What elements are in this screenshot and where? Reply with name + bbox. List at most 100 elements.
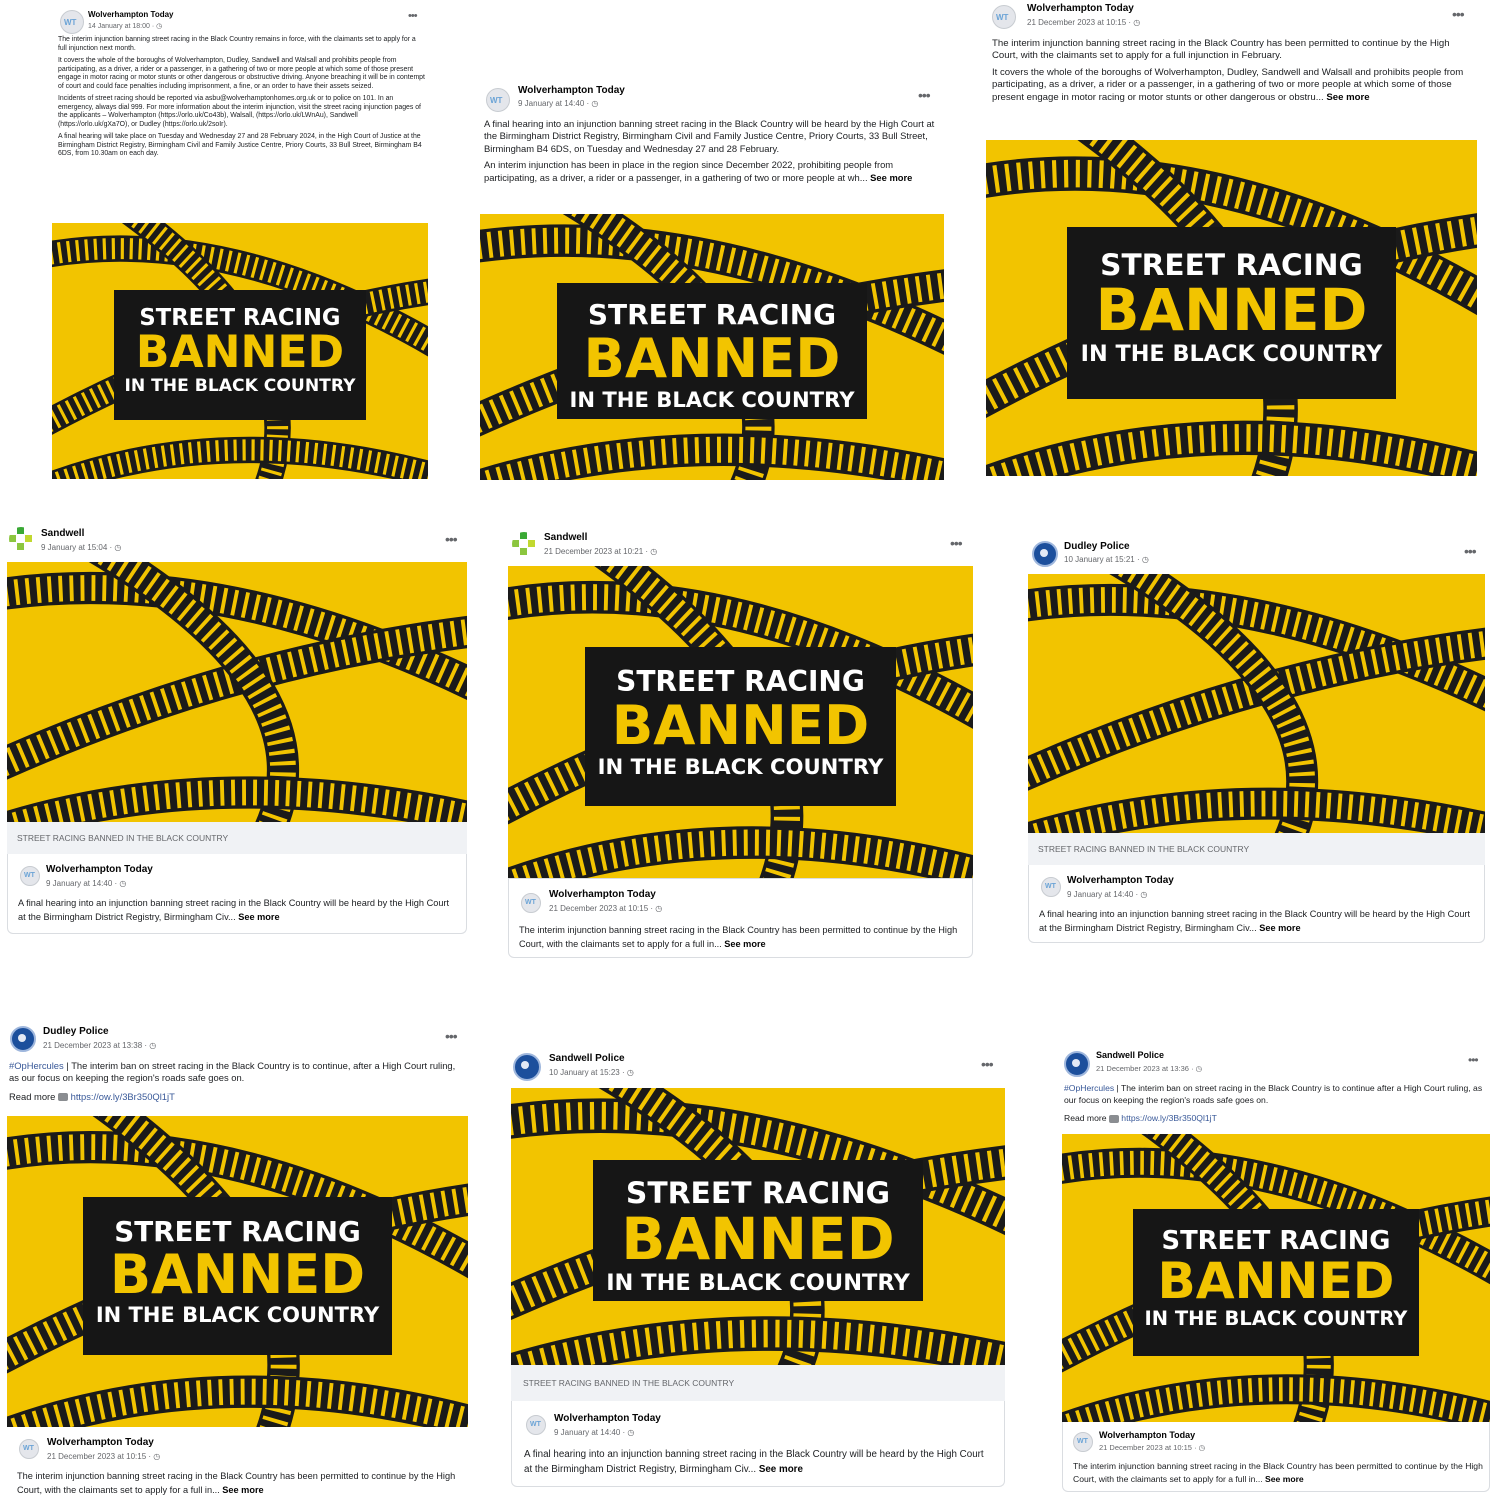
shared-author[interactable]: Wolverhampton Today — [47, 1437, 154, 1448]
shared-author[interactable]: Wolverhampton Today — [46, 864, 153, 875]
post-card: Sandwell 21 December 2023 at 10:21 · ◷ •… — [508, 524, 973, 958]
shared-author[interactable]: Wolverhampton Today — [554, 1413, 661, 1424]
shared-post-image[interactable] — [1028, 574, 1485, 833]
shared-post[interactable]: Wolverhampton Today 9 January at 14:40 ·… — [7, 854, 467, 934]
more-options-icon[interactable]: ••• — [918, 87, 931, 103]
page-avatar[interactable] — [513, 1053, 541, 1081]
shared-post-image[interactable] — [7, 562, 467, 822]
post-date[interactable]: 9 January at 14:40 · ◷ — [518, 99, 598, 108]
post-text: #OpHercules | The interim ban on street … — [1064, 1083, 1483, 1123]
post-author[interactable]: Sandwell Police — [549, 1053, 625, 1064]
post-date[interactable]: 10 January at 15:21 · ◷ — [1064, 555, 1149, 564]
banner-text-box: STREET RACING BANNED IN THE BLACK COUNTRY — [83, 1196, 392, 1356]
see-more-link[interactable]: See more — [759, 1464, 803, 1475]
page-avatar[interactable] — [992, 5, 1016, 29]
tyre-tracks-graphic — [1028, 574, 1485, 833]
shared-date[interactable]: 9 January at 14:40 · ◷ — [554, 1428, 634, 1437]
post-author[interactable]: Sandwell Police — [1096, 1050, 1164, 1060]
banner-line-black-country: IN THE BLACK COUNTRY — [606, 1270, 910, 1297]
more-options-icon[interactable]: ••• — [950, 535, 963, 551]
link-caption[interactable]: STREET RACING BANNED IN THE BLACK COUNTR… — [1028, 833, 1485, 865]
post-link[interactable]: https://ow.ly/3Br350Ql1jT — [71, 1091, 175, 1102]
post-date[interactable]: 21 December 2023 at 10:15 · ◷ — [1027, 18, 1140, 27]
shared-post-image[interactable]: STREET RACING BANNED IN THE BLACK COUNTRY — [7, 1116, 468, 1427]
shared-avatar[interactable] — [1041, 877, 1061, 897]
post-date[interactable]: 9 January at 15:04 · ◷ — [41, 543, 121, 552]
post-image[interactable]: STREET RACING BANNED IN THE BLACK COUNTRY — [986, 140, 1477, 476]
shared-avatar[interactable] — [521, 893, 541, 913]
shared-text: A final hearing into an injunction banni… — [18, 898, 450, 922]
shared-post[interactable]: Wolverhampton Today 21 December 2023 at … — [1062, 1422, 1490, 1492]
post-card: Wolverhampton Today 21 December 2023 at … — [986, 0, 1478, 478]
post-link[interactable]: https://ow.ly/3Br350Ql1jT — [1121, 1113, 1217, 1123]
see-more-link[interactable]: See more — [1259, 923, 1300, 933]
banner-line-banned: BANNED — [135, 327, 345, 379]
link-caption[interactable]: STREET RACING BANNED IN THE BLACK COUNTR… — [7, 822, 467, 854]
shared-date[interactable]: 9 January at 14:40 · ◷ — [1067, 890, 1147, 899]
page-avatar[interactable] — [10, 1026, 36, 1052]
page-avatar[interactable] — [486, 88, 510, 112]
shared-post[interactable]: Wolverhampton Today 9 January at 14:40 ·… — [511, 1401, 1005, 1487]
shared-avatar[interactable] — [1073, 1432, 1093, 1452]
see-more-link[interactable]: See more — [1265, 1474, 1304, 1484]
hashtag-link[interactable]: #OpHercules — [9, 1060, 64, 1071]
shared-post[interactable]: Wolverhampton Today 21 December 2023 at … — [7, 1427, 468, 1497]
shared-date[interactable]: 21 December 2023 at 10:15 · ◷ — [549, 904, 662, 913]
shared-avatar[interactable] — [526, 1415, 546, 1435]
more-options-icon[interactable]: ••• — [408, 10, 418, 22]
more-options-icon[interactable]: ••• — [1464, 543, 1477, 559]
post-author[interactable]: Sandwell — [41, 528, 84, 539]
more-options-icon[interactable]: ••• — [445, 1028, 458, 1044]
page-avatar[interactable] — [1032, 541, 1058, 567]
post-image[interactable]: STREET RACING BANNED IN THE BLACK COUNTRY — [480, 214, 944, 480]
post-author[interactable]: Sandwell — [544, 532, 587, 543]
page-avatar[interactable] — [1064, 1051, 1090, 1077]
see-more-link[interactable]: See more — [222, 1485, 263, 1495]
post-date[interactable]: 14 January at 18:00 · ◷ — [88, 22, 162, 30]
shared-date[interactable]: 9 January at 14:40 · ◷ — [46, 879, 126, 888]
post-author[interactable]: Wolverhampton Today — [88, 10, 174, 19]
shared-avatar[interactable] — [20, 866, 40, 886]
page-avatar[interactable] — [60, 10, 84, 34]
shared-author[interactable]: Wolverhampton Today — [1067, 875, 1174, 886]
post-author[interactable]: Dudley Police — [43, 1026, 109, 1037]
shared-post-image[interactable]: STREET RACING BANNED IN THE BLACK COUNTRY — [508, 566, 973, 878]
shared-date[interactable]: 21 December 2023 at 10:15 · ◷ — [1099, 1443, 1205, 1452]
see-more-link[interactable]: See more — [724, 939, 765, 949]
post-author[interactable]: Dudley Police — [1064, 541, 1130, 552]
more-options-icon[interactable]: ••• — [445, 531, 458, 547]
page-avatar[interactable] — [9, 527, 33, 551]
tyre-track — [986, 420, 1477, 476]
see-more-link[interactable]: See more — [870, 172, 912, 183]
post-card: Sandwell Police 10 January at 15:23 · ◷ … — [511, 1047, 1005, 1487]
more-options-icon[interactable]: ••• — [1452, 6, 1465, 22]
shared-date[interactable]: 21 December 2023 at 10:15 · ◷ — [47, 1452, 160, 1461]
post-card: Dudley Police 10 January at 15:21 · ◷ ••… — [1028, 533, 1485, 943]
post-date[interactable]: 21 December 2023 at 13:36 · ◷ — [1096, 1064, 1202, 1073]
banner-line-banned: BANNED — [1095, 276, 1368, 344]
see-more-link[interactable]: See more — [1326, 92, 1369, 103]
banner-line-banned: BANNED — [1157, 1251, 1395, 1311]
shared-post[interactable]: Wolverhampton Today 9 January at 14:40 ·… — [1028, 865, 1485, 943]
shared-post[interactable]: Wolverhampton Today 21 December 2023 at … — [508, 878, 973, 958]
shared-avatar[interactable] — [19, 1439, 39, 1459]
see-more-link[interactable]: See more — [238, 912, 279, 922]
post-author[interactable]: Wolverhampton Today — [518, 85, 625, 96]
post-author[interactable]: Wolverhampton Today — [1027, 3, 1134, 14]
page-avatar[interactable] — [512, 532, 536, 556]
shared-author[interactable]: Wolverhampton Today — [549, 889, 656, 900]
post-date[interactable]: 10 January at 15:23 · ◷ — [549, 1068, 634, 1077]
post-date[interactable]: 21 December 2023 at 10:21 · ◷ — [544, 547, 657, 556]
post-date[interactable]: 21 December 2023 at 13:38 · ◷ — [43, 1041, 156, 1050]
shared-post-image[interactable]: STREET RACING BANNED IN THE BLACK COUNTRY — [1062, 1134, 1490, 1422]
globe-icon: ◷ — [1140, 890, 1148, 899]
post-card: Sandwell 9 January at 15:04 · ◷ ••• STRE… — [7, 522, 467, 934]
more-options-icon[interactable]: ••• — [1468, 1053, 1479, 1067]
link-caption[interactable]: STREET RACING BANNED IN THE BLACK COUNTR… — [511, 1365, 1005, 1401]
more-options-icon[interactable]: ••• — [981, 1056, 994, 1072]
globe-icon: ◷ — [650, 547, 658, 556]
shared-author[interactable]: Wolverhampton Today — [1099, 1430, 1195, 1440]
hashtag-link[interactable]: #OpHercules — [1064, 1083, 1114, 1093]
post-image[interactable]: STREET RACING BANNED IN THE BLACK COUNTRY — [52, 223, 428, 479]
shared-post-image[interactable]: STREET RACING BANNED IN THE BLACK COUNTRY — [511, 1088, 1005, 1365]
